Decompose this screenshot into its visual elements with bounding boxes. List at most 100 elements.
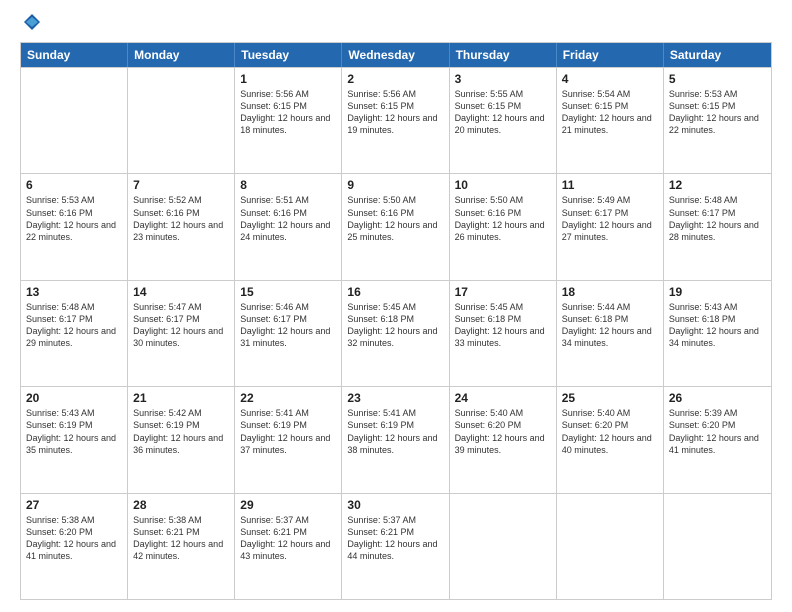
day-number: 1 [240,72,336,86]
cal-cell [21,68,128,173]
cal-cell: 18 Sunrise: 5:44 AM Sunset: 6:18 PM Dayli… [557,281,664,386]
day-info: Sunrise: 5:51 AM Sunset: 6:16 PM Dayligh… [240,195,330,241]
cal-cell: 8 Sunrise: 5:51 AM Sunset: 6:16 PM Daylig… [235,174,342,279]
header [20,16,772,32]
cal-header-thursday: Thursday [450,43,557,67]
day-number: 8 [240,178,336,192]
cal-cell: 29 Sunrise: 5:37 AM Sunset: 6:21 PM Dayli… [235,494,342,599]
cal-cell [450,494,557,599]
day-info: Sunrise: 5:55 AM Sunset: 6:15 PM Dayligh… [455,89,545,135]
cal-cell: 20 Sunrise: 5:43 AM Sunset: 6:19 PM Dayli… [21,387,128,492]
day-number: 5 [669,72,766,86]
cal-cell: 28 Sunrise: 5:38 AM Sunset: 6:21 PM Dayli… [128,494,235,599]
cal-header-tuesday: Tuesday [235,43,342,67]
day-number: 24 [455,391,551,405]
day-number: 23 [347,391,443,405]
day-info: Sunrise: 5:41 AM Sunset: 6:19 PM Dayligh… [347,408,437,454]
day-info: Sunrise: 5:43 AM Sunset: 6:18 PM Dayligh… [669,302,759,348]
day-number: 11 [562,178,658,192]
cal-cell [557,494,664,599]
cal-cell: 11 Sunrise: 5:49 AM Sunset: 6:17 PM Dayli… [557,174,664,279]
cal-week-5: 27 Sunrise: 5:38 AM Sunset: 6:20 PM Dayli… [21,493,771,599]
day-info: Sunrise: 5:37 AM Sunset: 6:21 PM Dayligh… [347,515,437,561]
cal-cell: 26 Sunrise: 5:39 AM Sunset: 6:20 PM Dayli… [664,387,771,492]
cal-cell: 7Sunrise: 5:52 AM Sunset: 6:16 PM Daylig… [128,174,235,279]
cal-cell: 30 Sunrise: 5:37 AM Sunset: 6:21 PM Dayli… [342,494,449,599]
day-number: 14 [133,285,229,299]
day-number: 12 [669,178,766,192]
day-info: Sunrise: 5:40 AM Sunset: 6:20 PM Dayligh… [455,408,545,454]
day-number: 30 [347,498,443,512]
day-number: 2 [347,72,443,86]
day-number: 20 [26,391,122,405]
day-info: Sunrise: 5:52 AM Sunset: 6:16 PM Dayligh… [133,195,223,241]
day-info: Sunrise: 5:49 AM Sunset: 6:17 PM Dayligh… [562,195,652,241]
day-info: Sunrise: 5:38 AM Sunset: 6:21 PM Dayligh… [133,515,223,561]
day-info: Sunrise: 5:46 AM Sunset: 6:17 PM Dayligh… [240,302,330,348]
cal-cell: 25 Sunrise: 5:40 AM Sunset: 6:20 PM Dayli… [557,387,664,492]
day-info: Sunrise: 5:56 AM Sunset: 6:15 PM Dayligh… [347,89,437,135]
day-info: Sunrise: 5:54 AM Sunset: 6:15 PM Dayligh… [562,89,652,135]
day-info: Sunrise: 5:39 AM Sunset: 6:20 PM Dayligh… [669,408,759,454]
cal-cell: 14 Sunrise: 5:47 AM Sunset: 6:17 PM Dayli… [128,281,235,386]
day-number: 13 [26,285,122,299]
day-info: Sunrise: 5:53 AM Sunset: 6:16 PM Dayligh… [26,195,116,241]
day-info: Sunrise: 5:50 AM Sunset: 6:16 PM Dayligh… [347,195,437,241]
cal-cell: 10 Sunrise: 5:50 AM Sunset: 6:16 PM Dayli… [450,174,557,279]
cal-cell: 2 Sunrise: 5:56 AM Sunset: 6:15 PM Daylig… [342,68,449,173]
cal-cell: 13 Sunrise: 5:48 AM Sunset: 6:17 PM Dayli… [21,281,128,386]
day-number: 17 [455,285,551,299]
day-info: Sunrise: 5:43 AM Sunset: 6:19 PM Dayligh… [26,408,116,454]
day-info: Sunrise: 5:50 AM Sunset: 6:16 PM Dayligh… [455,195,545,241]
day-number: 18 [562,285,658,299]
logo-icon [22,12,42,32]
day-number: 4 [562,72,658,86]
day-info: Sunrise: 5:40 AM Sunset: 6:20 PM Dayligh… [562,408,652,454]
calendar-header: SundayMondayTuesdayWednesdayThursdayFrid… [21,43,771,67]
cal-cell: 23 Sunrise: 5:41 AM Sunset: 6:19 PM Dayli… [342,387,449,492]
day-number: 29 [240,498,336,512]
page: SundayMondayTuesdayWednesdayThursdayFrid… [0,0,792,612]
cal-cell: 5 Sunrise: 5:53 AM Sunset: 6:15 PM Daylig… [664,68,771,173]
cal-week-4: 20 Sunrise: 5:43 AM Sunset: 6:19 PM Dayli… [21,386,771,492]
day-info: Sunrise: 5:47 AM Sunset: 6:17 PM Dayligh… [133,302,223,348]
day-info: Sunrise: 5:48 AM Sunset: 6:17 PM Dayligh… [26,302,116,348]
cal-header-monday: Monday [128,43,235,67]
cal-header-friday: Friday [557,43,664,67]
calendar-body: 1 Sunrise: 5:56 AM Sunset: 6:15 PM Daylig… [21,67,771,599]
logo [20,16,42,32]
day-number: 25 [562,391,658,405]
day-info: Sunrise: 5:48 AM Sunset: 6:17 PM Dayligh… [669,195,759,241]
cal-week-2: 6 Sunrise: 5:53 AM Sunset: 6:16 PM Daylig… [21,173,771,279]
cal-cell: 15Sunrise: 5:46 AM Sunset: 6:17 PM Dayli… [235,281,342,386]
cal-cell [664,494,771,599]
day-number: 28 [133,498,229,512]
cal-cell: 4 Sunrise: 5:54 AM Sunset: 6:15 PM Daylig… [557,68,664,173]
cal-week-3: 13 Sunrise: 5:48 AM Sunset: 6:17 PM Dayli… [21,280,771,386]
cal-cell: 1 Sunrise: 5:56 AM Sunset: 6:15 PM Daylig… [235,68,342,173]
day-info: Sunrise: 5:56 AM Sunset: 6:15 PM Dayligh… [240,89,330,135]
day-number: 26 [669,391,766,405]
cal-cell: 22Sunrise: 5:41 AM Sunset: 6:19 PM Dayli… [235,387,342,492]
day-number: 3 [455,72,551,86]
day-info: Sunrise: 5:38 AM Sunset: 6:20 PM Dayligh… [26,515,116,561]
day-info: Sunrise: 5:45 AM Sunset: 6:18 PM Dayligh… [347,302,437,348]
cal-cell: 16 Sunrise: 5:45 AM Sunset: 6:18 PM Dayli… [342,281,449,386]
cal-cell: 19 Sunrise: 5:43 AM Sunset: 6:18 PM Dayli… [664,281,771,386]
day-number: 22 [240,391,336,405]
cal-cell: 9Sunrise: 5:50 AM Sunset: 6:16 PM Daylig… [342,174,449,279]
day-number: 10 [455,178,551,192]
day-number: 27 [26,498,122,512]
day-number: 19 [669,285,766,299]
day-number: 6 [26,178,122,192]
cal-cell: 6 Sunrise: 5:53 AM Sunset: 6:16 PM Daylig… [21,174,128,279]
cal-header-sunday: Sunday [21,43,128,67]
day-info: Sunrise: 5:44 AM Sunset: 6:18 PM Dayligh… [562,302,652,348]
day-info: Sunrise: 5:37 AM Sunset: 6:21 PM Dayligh… [240,515,330,561]
day-number: 16 [347,285,443,299]
calendar: SundayMondayTuesdayWednesdayThursdayFrid… [20,42,772,600]
cal-week-1: 1 Sunrise: 5:56 AM Sunset: 6:15 PM Daylig… [21,67,771,173]
day-info: Sunrise: 5:53 AM Sunset: 6:15 PM Dayligh… [669,89,759,135]
cal-cell [128,68,235,173]
cal-cell: 17Sunrise: 5:45 AM Sunset: 6:18 PM Dayli… [450,281,557,386]
